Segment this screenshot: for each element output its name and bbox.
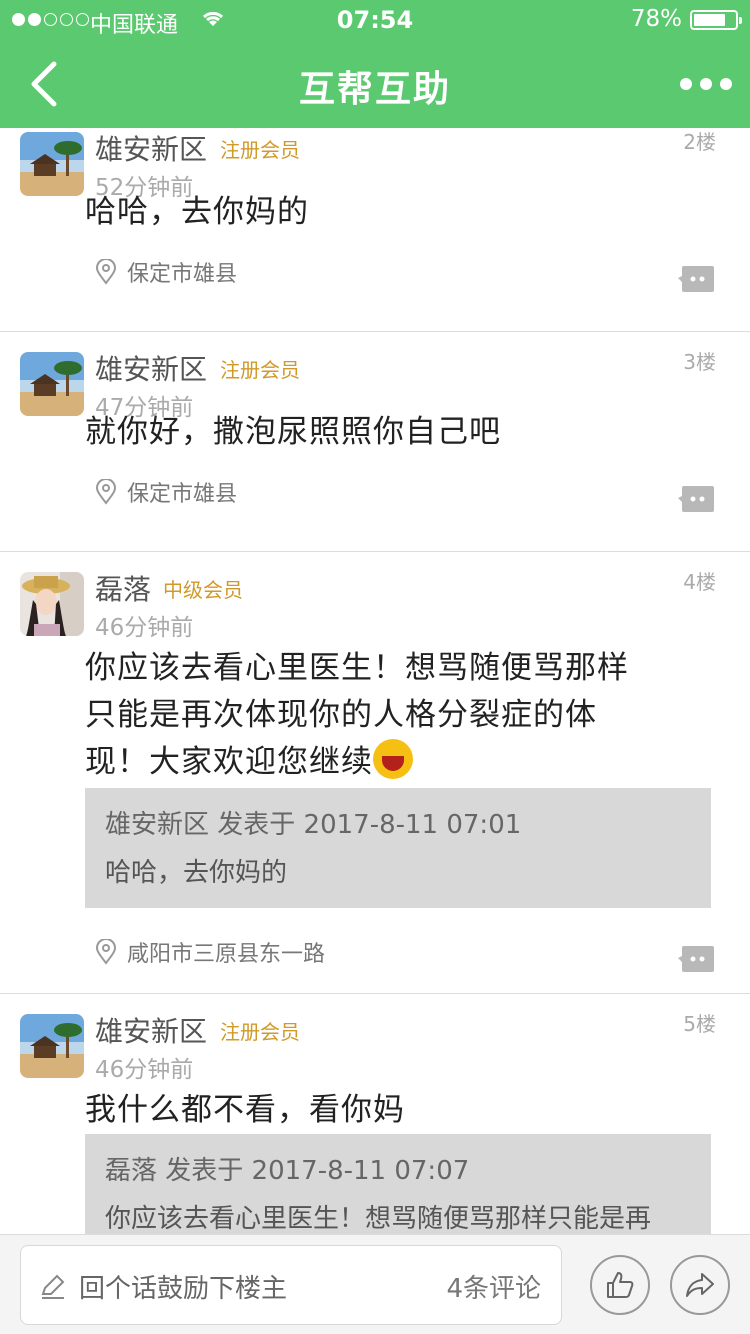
post-time: 46分钟前 [95,1057,194,1083]
bottom-toolbar: 回个话鼓励下楼主 4条评论 [0,1234,750,1334]
reply-button[interactable] [678,266,714,292]
post-time: 46分钟前 [95,615,194,641]
avatar[interactable] [20,572,84,636]
location-pin-icon [95,479,117,505]
location-text: 保定市雄县 [127,262,238,287]
quote-body: 你应该去看心里医生！想骂随便骂那样只能是再 [105,1204,652,1234]
comment-text: 你应该去看心里医生！想骂随便骂那样 只能是再次体现你的人格分裂症的体 现！大家欢… [85,645,695,786]
location-pin-icon [95,939,117,965]
more-dot-icon [700,78,712,90]
member-badge: 注册会员 [220,1020,300,1044]
like-button[interactable] [590,1255,650,1315]
beach-avatar-image [20,132,84,196]
thumbs-up-icon [607,1272,634,1298]
reply-input[interactable]: 回个话鼓励下楼主 4条评论 [20,1245,562,1325]
more-options-button[interactable] [680,74,732,94]
avatar[interactable] [20,352,84,416]
floor-number: 4楼 [683,570,716,594]
more-dot-icon [680,78,692,90]
location-text: 咸阳市三原县东一路 [127,942,326,967]
quote-body: 哈哈，去你妈的 [105,858,288,888]
header: 中国联通 07:54 78% 互帮互助 [0,0,750,128]
beach-avatar-image [20,352,84,416]
share-button[interactable] [670,1255,730,1315]
comment-bubble-icon [678,486,714,512]
battery-percent: 78% [630,6,682,32]
comment-item: 雄安新区 注册会员 5楼 46分钟前 我什么都不看，看你妈 磊落 发表于 201… [0,994,750,1234]
username[interactable]: 磊落 [95,568,151,608]
comment-text: 哈哈，去你妈的 [85,194,309,230]
comment-text-line-end: 现！大家欢迎您继续 [85,744,373,780]
comment-text-line: 只能是再次体现你的人格分裂症的体 [85,697,597,733]
post-location: 咸阳市三原县东一路 [95,936,325,968]
laughing-emoji-icon [373,739,413,779]
share-arrow-icon [686,1273,714,1297]
comment-text: 就你好，撒泡尿照照你自己吧 [85,414,501,450]
page-title: 互帮互助 [298,69,451,110]
comment-item: 磊落 中级会员 4楼 46分钟前 你应该去看心里医生！想骂随便骂那样 只能是再次… [0,552,750,994]
quote-header: 磊落 发表于 2017-8-11 07:07 [105,1156,470,1186]
comment-text-line: 现！大家欢迎您继续 [85,739,695,786]
post-location: 保定市雄县 [95,476,237,508]
floor-number: 2楼 [683,130,716,154]
avatar[interactable] [20,132,84,196]
comment-text: 我什么都不看，看你妈 [85,1092,405,1128]
comment-bubble-icon [678,946,714,972]
username[interactable]: 雄安新区 [95,1010,207,1050]
quote-header: 雄安新区 发表于 2017-8-11 07:01 [105,810,522,840]
member-badge: 注册会员 [220,138,300,162]
quoted-comment[interactable]: 雄安新区 发表于 2017-8-11 07:01 哈哈，去你妈的 [85,788,711,908]
comment-list[interactable]: 雄安新区 注册会员 2楼 52分钟前 哈哈，去你妈的 保定市雄县 雄安新区 注册… [0,128,750,1234]
battery-icon [690,10,742,30]
beach-avatar-image [20,1014,84,1078]
location-pin-icon [95,259,117,285]
comment-bubble-icon [678,266,714,292]
quoted-comment[interactable]: 磊落 发表于 2017-8-11 07:07 你应该去看心里医生！想骂随便骂那样… [85,1134,711,1234]
more-dot-icon [720,78,732,90]
reply-button[interactable] [678,946,714,972]
pencil-icon [41,1274,65,1299]
location-text: 保定市雄县 [127,482,238,507]
status-bar: 中国联通 07:54 78% [0,0,750,40]
girl-avatar-image [20,572,84,636]
avatar[interactable] [20,1014,84,1078]
member-badge: 注册会员 [220,358,300,382]
comment-item: 雄安新区 注册会员 3楼 47分钟前 就你好，撒泡尿照照你自己吧 保定市雄县 [0,332,750,552]
username[interactable]: 雄安新区 [95,348,207,388]
reply-placeholder: 回个话鼓励下楼主 [79,1274,288,1304]
floor-number: 5楼 [683,1012,716,1036]
comment-text-line: 你应该去看心里医生！想骂随便骂那样 [85,650,629,686]
reply-button[interactable] [678,486,714,512]
floor-number: 3楼 [683,350,716,374]
comment-count[interactable]: 4条评论 [446,1268,541,1305]
member-badge: 中级会员 [163,578,243,602]
comment-item: 雄安新区 注册会员 2楼 52分钟前 哈哈，去你妈的 保定市雄县 [0,128,750,332]
post-location: 保定市雄县 [95,256,237,288]
username[interactable]: 雄安新区 [95,128,207,168]
